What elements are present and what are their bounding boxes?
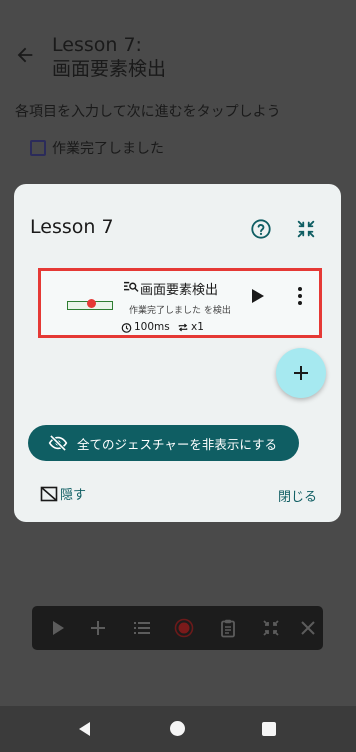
repeat-icon: [178, 323, 188, 331]
add-icon[interactable]: [88, 618, 108, 638]
checkbox-label: 作業完了しました: [52, 141, 164, 157]
list-icon[interactable]: [132, 618, 152, 638]
clipboard-icon[interactable]: [218, 618, 238, 638]
hide-icon: [40, 486, 58, 501]
gesture-repeat-value: x1: [191, 321, 204, 333]
back-arrow-icon[interactable]: [14, 44, 36, 66]
gesture-title: 画面要素検出: [140, 283, 219, 298]
hide-button[interactable]: 隠す: [40, 484, 86, 503]
hide-label: 隠す: [60, 488, 87, 503]
image-search-icon: [124, 281, 139, 292]
app-bar: Lesson 7: 画面要素検出: [0, 0, 356, 92]
play-icon[interactable]: [48, 618, 68, 638]
add-icon: [294, 366, 308, 380]
hide-all-gestures-button[interactable]: 全てのジェスチャーを非表示にする: [28, 425, 299, 461]
gesture-delay: 100ms: [121, 321, 170, 333]
collapse-icon[interactable]: [261, 618, 281, 638]
visibility-off-icon: [48, 434, 68, 452]
instruction-text: 各項目を入力して次に進むをタップしよう: [15, 104, 281, 120]
close-button[interactable]: 閉じる: [278, 486, 317, 505]
gesture-delay-value: 100ms: [134, 321, 170, 333]
timer-icon: [121, 322, 132, 333]
page-title: Lesson 7: 画面要素検出: [52, 33, 166, 81]
add-gesture-button[interactable]: [276, 348, 326, 398]
nav-recents-icon[interactable]: [262, 722, 276, 736]
control-toolbar: [32, 606, 323, 650]
system-navigation-bar: [0, 706, 356, 752]
element-thumbnail: [67, 299, 113, 310]
more-vert-icon[interactable]: [297, 286, 303, 306]
gesture-item[interactable]: 画面要素検出 作業完了しました を検出 100ms x1: [38, 268, 322, 338]
nav-back-icon[interactable]: [77, 721, 93, 737]
gesture-repeat: x1: [177, 321, 204, 333]
lesson-dialog: Lesson 7 画面要素検出 作業完了しました を検出 100ms x1 全て…: [14, 184, 341, 522]
close-icon[interactable]: [298, 618, 318, 638]
page-title-line2: 画面要素検出: [52, 58, 167, 80]
task-complete-checkbox[interactable]: [30, 140, 46, 156]
stop-record-icon[interactable]: [174, 618, 194, 638]
thumbnail-marker: [87, 299, 96, 308]
collapse-icon[interactable]: [295, 218, 317, 240]
play-icon[interactable]: [251, 288, 265, 304]
gesture-subtitle: 作業完了しました を検出: [129, 306, 231, 316]
dialog-title: Lesson 7: [30, 216, 114, 238]
page-title-line1: Lesson 7:: [52, 34, 142, 56]
nav-home-icon[interactable]: [170, 721, 185, 736]
help-icon[interactable]: [250, 218, 272, 240]
task-complete-checkbox-row[interactable]: 作業完了しました: [30, 138, 164, 158]
hide-all-label: 全てのジェスチャーを非表示にする: [77, 436, 278, 452]
